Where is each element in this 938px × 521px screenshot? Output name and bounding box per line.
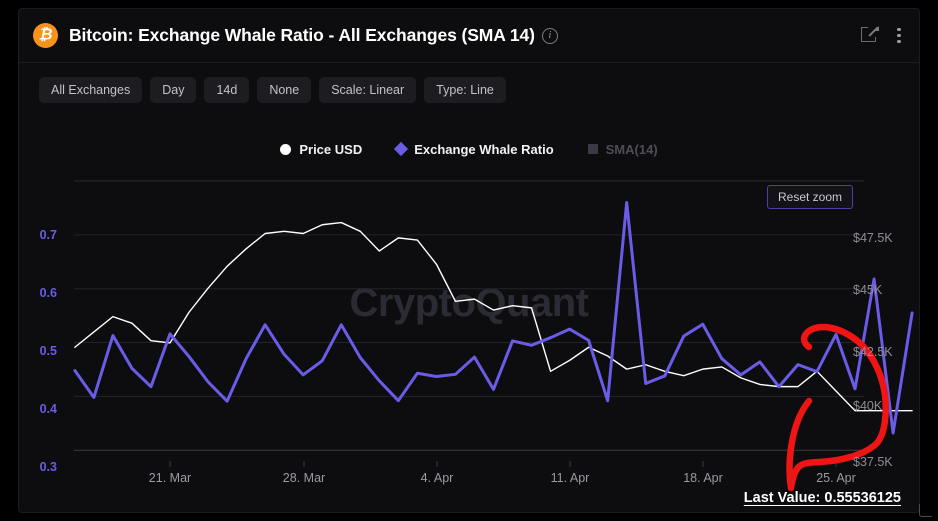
bitcoin-symbol: ₿: [38, 26, 53, 43]
resize-handle[interactable]: [919, 504, 932, 517]
legend-item-exchange-whale-ratio[interactable]: Exchange Whale Ratio: [394, 141, 554, 157]
y-axis-right-tick: $42.5K: [853, 345, 893, 359]
legend-marker-diamond-icon: [394, 141, 409, 157]
filter-chip-scale[interactable]: Scale: Linear: [319, 77, 417, 103]
y-axis-left-tick: 0.5: [39, 344, 57, 358]
y-axis-left-tick: 0.3: [39, 460, 57, 474]
chart-canvas: [73, 180, 914, 492]
y-axis-left-tick: 0.6: [39, 286, 57, 300]
legend-marker-square-icon: [587, 144, 598, 154]
chart-legend: Price USD Exchange Whale Ratio SMA(14): [19, 135, 919, 163]
y-axis-left-tick: 0.7: [39, 228, 57, 242]
chart-x-tickmarks: [169, 461, 837, 467]
x-axis-tick: 11. Apr: [550, 471, 590, 485]
kebab-dot: [897, 27, 901, 31]
info-icon[interactable]: i: [541, 27, 558, 44]
kebab-dot: [897, 33, 901, 38]
panel-header: ₿ Bitcoin: Exchange Whale Ratio - All Ex…: [19, 9, 919, 63]
filter-chip-smoothing[interactable]: None: [257, 77, 312, 103]
series-line-price-usd: [74, 221, 913, 412]
filter-toolbar: All Exchanges Day 14d None Scale: Linear…: [19, 63, 919, 117]
y-axis-right-tick: $37.5K: [853, 455, 893, 469]
legend-label: Price USD: [299, 141, 363, 157]
legend-label: Exchange Whale Ratio: [414, 141, 554, 157]
filter-chip-exchange[interactable]: All Exchanges: [39, 77, 143, 103]
legend-marker-circle-icon: [280, 143, 292, 155]
y-axis-right-tick: $47.5K: [853, 231, 893, 245]
chart-plot-area: Reset zoom CryptoQuant 0.7 0.6 0.5 0.4 0…: [19, 163, 919, 503]
reset-zoom-button[interactable]: Reset zoom: [767, 185, 854, 209]
chart-gridlines: [74, 180, 864, 451]
y-axis-left-tick: 0.4: [39, 402, 57, 416]
x-axis-tick: 4. Apr: [420, 471, 454, 485]
expand-icon-arrow: [868, 26, 879, 37]
legend-item-price-usd[interactable]: Price USD: [280, 142, 362, 157]
y-axis-right-tick: $45K: [853, 283, 883, 297]
kebab-menu-icon[interactable]: [895, 26, 903, 46]
series-line-exchange-whale-ratio: [73, 201, 914, 435]
last-value-label[interactable]: Last Value: 0.55536125: [744, 490, 901, 506]
x-axis-tick: 25. Apr: [816, 471, 856, 485]
kebab-dot: [897, 40, 901, 44]
x-axis-tick: 28. Mar: [282, 471, 326, 485]
bitcoin-icon: ₿: [33, 23, 58, 48]
x-axis-tick: 21. Mar: [148, 471, 192, 485]
legend-item-sma-14[interactable]: SMA(14): [587, 141, 658, 157]
filter-chip-interval[interactable]: Day: [150, 77, 197, 103]
y-axis-right-tick: $40K: [853, 399, 883, 413]
legend-label: SMA(14): [605, 141, 658, 157]
chart-panel: ₿ Bitcoin: Exchange Whale Ratio - All Ex…: [18, 8, 920, 513]
filter-chip-period[interactable]: 14d: [204, 77, 250, 103]
chart-widget-root: ₿ Bitcoin: Exchange Whale Ratio - All Ex…: [0, 0, 938, 521]
filter-chip-type[interactable]: Type: Line: [424, 77, 506, 103]
expand-fullscreen-icon[interactable]: [861, 26, 879, 44]
page-title: Bitcoin: Exchange Whale Ratio - All Exch…: [69, 25, 535, 45]
x-axis-tick: 18. Apr: [683, 471, 723, 485]
